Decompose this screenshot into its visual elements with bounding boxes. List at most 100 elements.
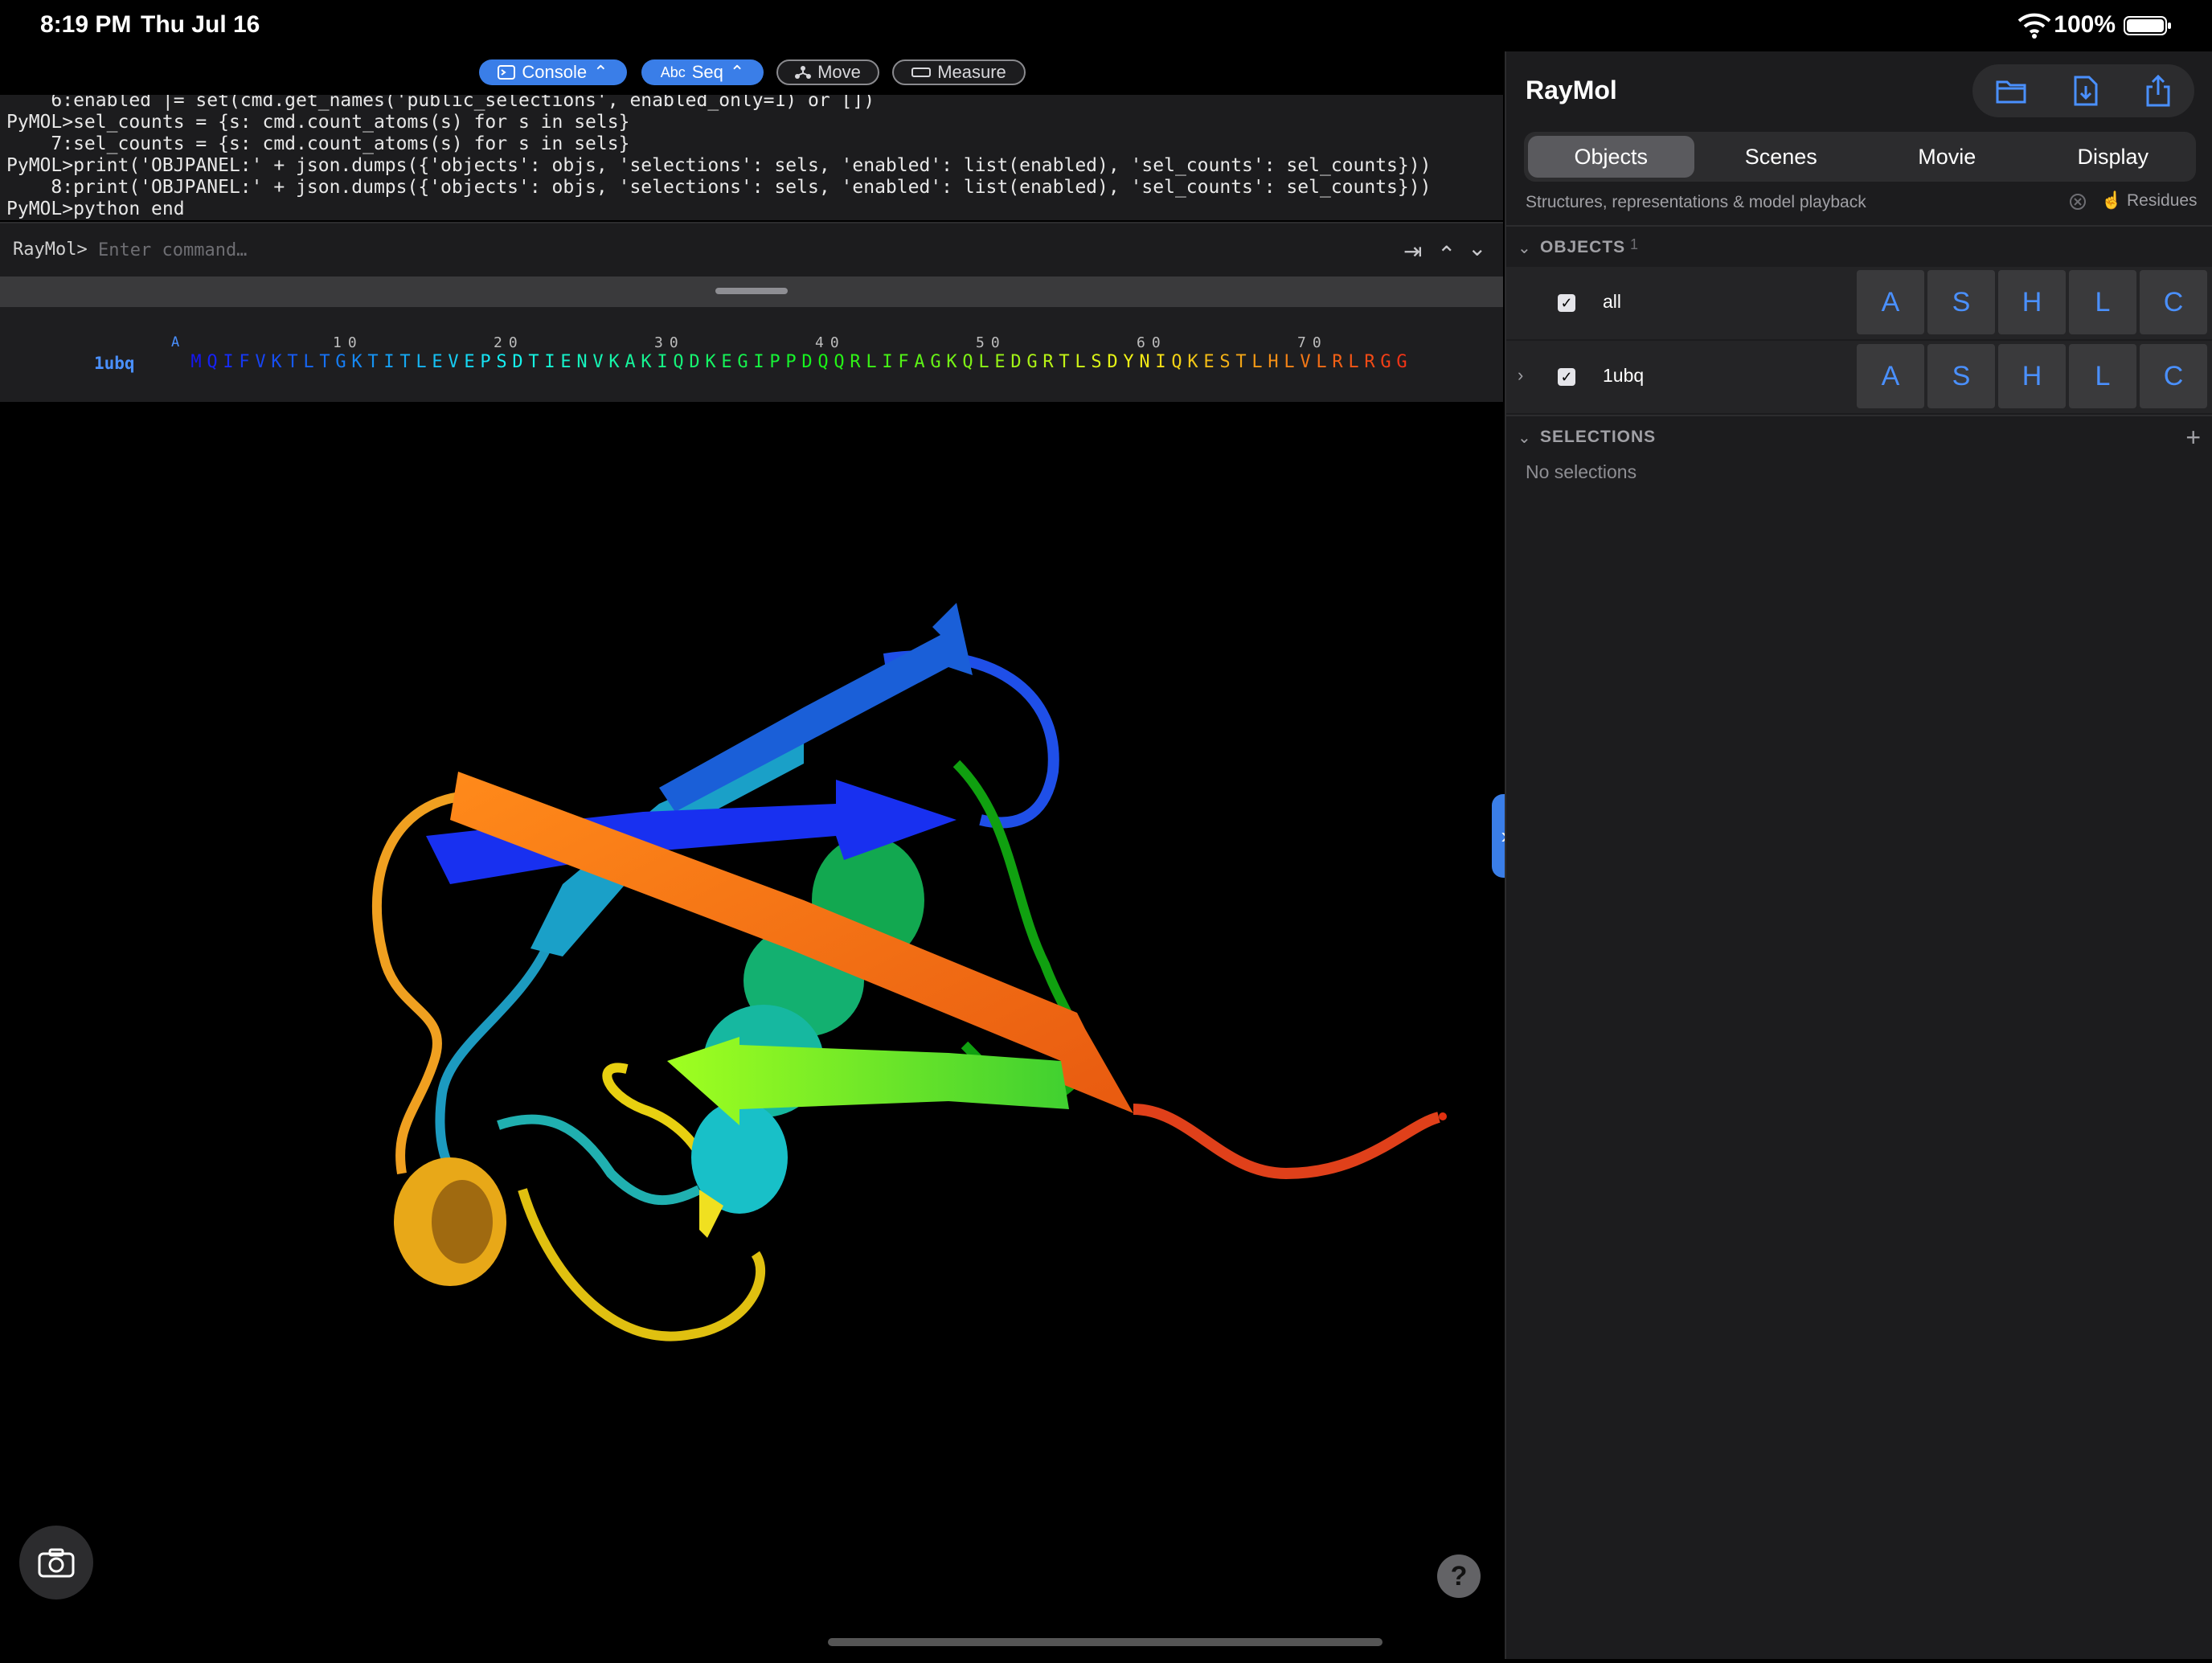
residue[interactable]: I bbox=[542, 352, 558, 372]
folder-icon[interactable] bbox=[1995, 77, 2027, 104]
residue[interactable]: T bbox=[397, 352, 413, 372]
residue[interactable]: N bbox=[1137, 352, 1153, 372]
residue[interactable]: E bbox=[992, 352, 1008, 372]
residue[interactable]: V bbox=[1297, 352, 1313, 372]
hide-button[interactable]: H bbox=[1998, 270, 2066, 334]
share-icon[interactable] bbox=[2144, 74, 2172, 108]
sequence-residues[interactable]: MQIFVKTLTGKTITLEVEPSDTIENVKAKIQDKEGIPPDQ… bbox=[188, 352, 1410, 372]
move-mode-button[interactable]: Move bbox=[776, 59, 879, 85]
residue[interactable]: E bbox=[1201, 352, 1217, 372]
residue[interactable]: P bbox=[783, 352, 799, 372]
residue[interactable]: Q bbox=[815, 352, 831, 372]
residue[interactable]: G bbox=[333, 352, 349, 372]
objects-section-header[interactable]: ⌄ OBJECTS 1 bbox=[1506, 225, 2212, 267]
tab-movie[interactable]: Movie bbox=[1864, 132, 2030, 182]
label-button[interactable]: L bbox=[2069, 344, 2136, 408]
residue[interactable]: D bbox=[1104, 352, 1120, 372]
residue[interactable]: L bbox=[1346, 352, 1362, 372]
residue[interactable]: E bbox=[719, 352, 735, 372]
tab-complete-icon[interactable]: ⇥ bbox=[1403, 238, 1422, 264]
residue[interactable]: S bbox=[1217, 352, 1233, 372]
residue[interactable]: N bbox=[574, 352, 590, 372]
residue[interactable]: T bbox=[1056, 352, 1072, 372]
residue[interactable]: T bbox=[365, 352, 381, 372]
tab-scenes[interactable]: Scenes bbox=[1698, 132, 1865, 182]
residue[interactable]: V bbox=[252, 352, 268, 372]
residue[interactable]: A bbox=[911, 352, 928, 372]
action-button[interactable]: A bbox=[1857, 344, 1924, 408]
residue[interactable]: T bbox=[1233, 352, 1249, 372]
residue[interactable]: R bbox=[847, 352, 863, 372]
residue[interactable]: L bbox=[863, 352, 879, 372]
residue[interactable]: F bbox=[895, 352, 911, 372]
molecule-viewport[interactable] bbox=[0, 402, 1503, 1659]
resize-divider[interactable] bbox=[0, 276, 1503, 307]
residue[interactable]: T bbox=[526, 352, 542, 372]
residue[interactable]: G bbox=[928, 352, 944, 372]
residue[interactable]: G bbox=[1394, 352, 1410, 372]
residue[interactable]: K bbox=[606, 352, 622, 372]
residue[interactable]: D bbox=[510, 352, 526, 372]
object-checkbox[interactable]: ✓ bbox=[1558, 294, 1575, 312]
residue[interactable]: I bbox=[654, 352, 670, 372]
residue[interactable]: Y bbox=[1120, 352, 1137, 372]
object-row-all[interactable]: ✓ all A S H L C bbox=[1506, 267, 2212, 339]
residue[interactable]: K bbox=[1185, 352, 1201, 372]
console-toggle-button[interactable]: Console ⌃ bbox=[479, 59, 627, 85]
seq-toggle-button[interactable]: Abc Seq ⌃ bbox=[641, 59, 764, 85]
residue[interactable]: S bbox=[494, 352, 510, 372]
add-selection-icon[interactable]: + bbox=[2185, 423, 2201, 453]
command-input[interactable] bbox=[96, 235, 1305, 265]
residue[interactable]: D bbox=[799, 352, 815, 372]
residue[interactable]: F bbox=[236, 352, 252, 372]
residue[interactable]: D bbox=[1008, 352, 1024, 372]
residue[interactable]: G bbox=[735, 352, 751, 372]
residue[interactable]: D bbox=[686, 352, 703, 372]
residue[interactable]: T bbox=[317, 352, 333, 372]
residue[interactable]: I bbox=[381, 352, 397, 372]
sequence-object-name[interactable]: 1ubq bbox=[94, 354, 135, 373]
object-row-1ubq[interactable]: › ✓ 1ubq A S H L C bbox=[1506, 341, 2212, 413]
residue[interactable]: P bbox=[477, 352, 494, 372]
hide-button[interactable]: H bbox=[1998, 344, 2066, 408]
residue[interactable]: R bbox=[1329, 352, 1346, 372]
label-button[interactable]: L bbox=[2069, 270, 2136, 334]
residue[interactable]: K bbox=[268, 352, 285, 372]
residue[interactable]: R bbox=[1040, 352, 1056, 372]
tab-display[interactable]: Display bbox=[2030, 132, 2197, 182]
object-checkbox[interactable]: ✓ bbox=[1558, 368, 1575, 386]
show-button[interactable]: S bbox=[1927, 270, 1995, 334]
residue[interactable]: L bbox=[976, 352, 992, 372]
residue[interactable]: L bbox=[413, 352, 429, 372]
history-down-icon[interactable]: ⌄ bbox=[1468, 235, 1486, 261]
residue[interactable]: L bbox=[1281, 352, 1297, 372]
history-up-icon[interactable]: ⌃ bbox=[1437, 241, 1456, 268]
residue[interactable]: T bbox=[285, 352, 301, 372]
residue[interactable]: Q bbox=[831, 352, 847, 372]
residue[interactable]: E bbox=[558, 352, 574, 372]
residue[interactable]: R bbox=[1362, 352, 1378, 372]
residue[interactable]: Q bbox=[670, 352, 686, 372]
residue[interactable]: V bbox=[590, 352, 606, 372]
residue[interactable]: Q bbox=[1169, 352, 1185, 372]
residue[interactable]: L bbox=[1249, 352, 1265, 372]
residue[interactable]: Q bbox=[960, 352, 976, 372]
residue[interactable]: A bbox=[622, 352, 638, 372]
residue[interactable]: K bbox=[638, 352, 654, 372]
drag-handle[interactable] bbox=[715, 288, 788, 294]
chevron-right-icon[interactable]: › bbox=[1518, 365, 1523, 386]
residue[interactable]: K bbox=[944, 352, 960, 372]
residue[interactable]: I bbox=[751, 352, 767, 372]
residue[interactable]: E bbox=[429, 352, 445, 372]
residues-button[interactable]: ☝ Residues bbox=[2101, 191, 2198, 211]
residue[interactable]: G bbox=[1024, 352, 1040, 372]
residue[interactable]: S bbox=[1088, 352, 1104, 372]
residue[interactable]: K bbox=[349, 352, 365, 372]
color-button[interactable]: C bbox=[2140, 270, 2207, 334]
tab-objects[interactable]: Objects bbox=[1528, 136, 1694, 178]
screenshot-button[interactable] bbox=[19, 1526, 93, 1600]
residue[interactable]: G bbox=[1378, 352, 1394, 372]
protein-cartoon[interactable] bbox=[0, 402, 1503, 1659]
residue[interactable]: I bbox=[879, 352, 895, 372]
selections-section-header[interactable]: ⌄ SELECTIONS + bbox=[1506, 415, 2212, 457]
